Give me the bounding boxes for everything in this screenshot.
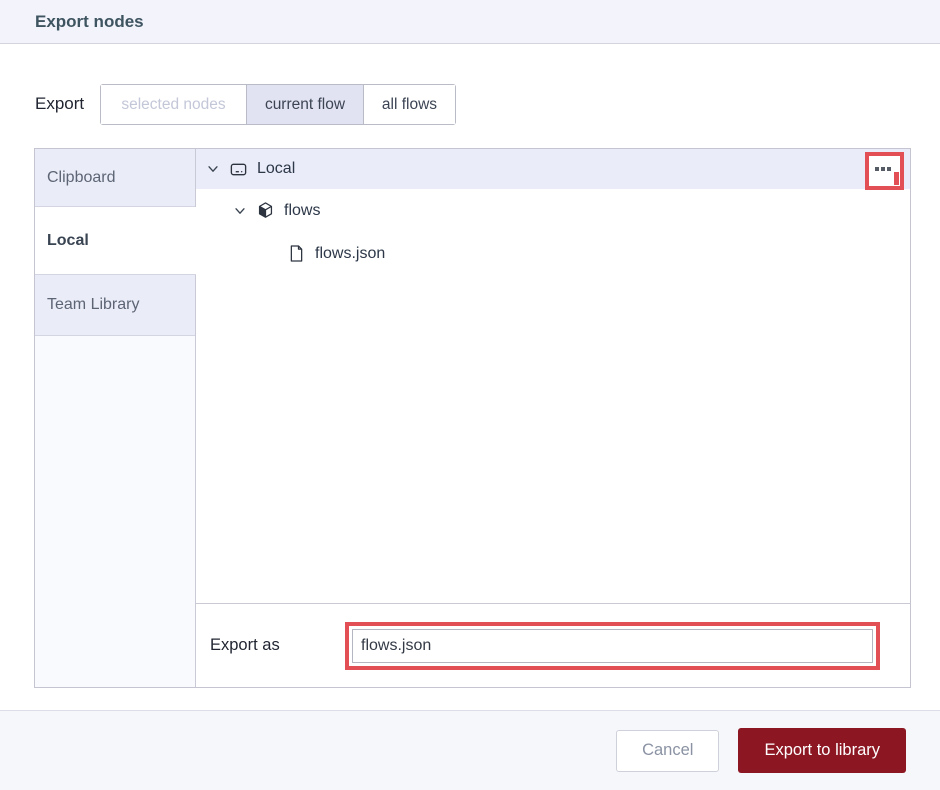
sidebar-tab-team-library[interactable]: Team Library — [35, 275, 195, 336]
annotation-highlight-filename — [345, 622, 880, 670]
sidebar-tab-label: Clipboard — [47, 168, 116, 186]
sidebar-tab-label: Team Library — [47, 296, 140, 313]
chevron-down-icon[interactable] — [233, 204, 247, 218]
package-icon — [258, 202, 273, 218]
sidebar-tab-label: Local — [47, 231, 89, 249]
chevron-down-icon[interactable] — [206, 162, 220, 176]
scope-all-flows-button[interactable]: all flows — [364, 85, 455, 124]
export-scope-toggle-group: selected nodes current flow all flows — [100, 84, 456, 125]
dialog-title: Export nodes — [35, 11, 144, 31]
export-as-label: Export as — [210, 636, 280, 654]
scope-current-flow-button[interactable]: current flow — [247, 85, 364, 124]
tree-row-flows[interactable]: flows — [196, 189, 910, 232]
library-sidebar: Clipboard Local Team Library — [35, 149, 196, 687]
library-panel: Clipboard Local Team Library Local flows… — [34, 148, 911, 688]
export-filename-input[interactable] — [352, 629, 873, 663]
dialog-header: Export nodes — [0, 0, 940, 44]
hard-drive-icon — [230, 163, 247, 175]
cancel-button[interactable]: Cancel — [616, 729, 720, 772]
ellipsis-icon — [875, 167, 891, 171]
library-tree-panel: Local flows flows.json Export as flows.j… — [196, 149, 910, 687]
tree-row-label: flows.json — [315, 244, 386, 262]
scope-selected-nodes-button[interactable]: selected nodes — [101, 85, 247, 124]
export-nodes-dialog: Export nodes Export selected nodes curre… — [0, 0, 940, 790]
library-menu-button[interactable] — [869, 156, 900, 186]
tree-row-label: Local — [257, 160, 296, 177]
sidebar-tab-local[interactable]: Local — [35, 207, 196, 275]
sidebar-tab-clipboard[interactable]: Clipboard — [35, 149, 195, 207]
dialog-footer: Cancel Export to library — [0, 710, 940, 790]
export-scope-label: Export — [35, 94, 85, 113]
annotation-redbar — [894, 172, 899, 185]
tree-row-local[interactable]: Local — [196, 149, 910, 189]
export-as-bar: Export as — [196, 603, 910, 687]
annotation-highlight-menu — [865, 152, 904, 190]
tree-row-label: flows — [284, 201, 321, 219]
export-to-library-button[interactable]: Export to library — [738, 728, 906, 773]
tree-row-flows-json[interactable]: flows.json — [196, 232, 910, 275]
file-icon — [290, 245, 303, 262]
